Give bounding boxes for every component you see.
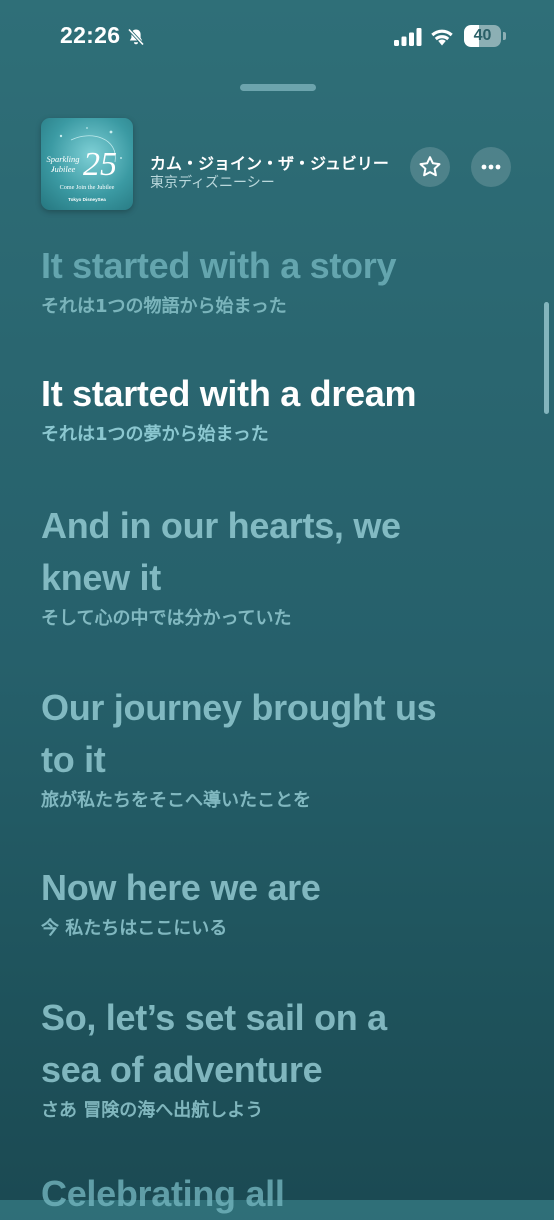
status-time: 22:26 <box>60 22 121 48</box>
artwork-sparkling-text: Sparkling <box>46 154 79 164</box>
lyric-line-current[interactable]: It started with a dream それは1つの夢から始まった <box>41 368 511 448</box>
lyric-japanese: それは1つの夢から始まった <box>41 424 269 445</box>
lyric-english: It started with a dream <box>41 373 417 414</box>
song-artist[interactable]: 東京ディズニーシー <box>150 172 406 192</box>
lyric-japanese: 今 私たちはここにいる <box>41 918 228 939</box>
bell-slash-icon <box>127 28 145 46</box>
lyric-english: And in our hearts, we <box>41 505 401 546</box>
battery-indicator: 40 <box>464 25 508 47</box>
lyric-english: So, let’s set sail on a <box>41 997 387 1038</box>
lyric-english-continued: knew it <box>41 557 161 598</box>
cellular-signal-icon <box>394 28 422 46</box>
scroll-indicator[interactable] <box>544 302 549 414</box>
lyric-line[interactable]: Our journey brought us to it 旅が私たちをそこへ導い… <box>41 682 511 814</box>
lyric-english-continued: to it <box>41 739 106 780</box>
song-title[interactable]: カム・ジョイン・ザ・ジュビリー <box>150 150 406 174</box>
lyric-english-continued: sea of adventure <box>41 1049 323 1090</box>
more-options-button[interactable] <box>471 147 511 187</box>
artwork-jubilee-text: Jubilee <box>51 164 76 174</box>
status-bar: 22:26 40 <box>0 0 554 70</box>
lyric-english: Now here we are <box>41 867 321 908</box>
artwork-number-text: 25 <box>83 146 117 183</box>
favorite-button[interactable] <box>410 147 450 187</box>
lyric-line[interactable]: It started with a story それは1つの物語から始まった <box>41 240 511 320</box>
wifi-icon <box>431 29 453 46</box>
ellipsis-icon <box>481 164 501 170</box>
lyric-line[interactable]: So, let’s set sail on a sea of adventure… <box>41 992 511 1124</box>
lyric-english: Our journey brought us <box>41 687 437 728</box>
lyric-japanese: さあ 冒険の海へ出航しよう <box>41 1100 264 1121</box>
lyric-line[interactable]: And in our hearts, we knew it そして心の中では分か… <box>41 500 511 632</box>
lyric-line[interactable]: Now here we are 今 私たちはここにいる <box>41 862 511 942</box>
star-icon <box>419 156 441 177</box>
lyric-english: It started with a story <box>41 245 397 286</box>
sheet-grabber[interactable] <box>240 84 316 91</box>
battery-level: 40 <box>473 27 492 44</box>
lyric-japanese: それは1つの物語から始まった <box>41 296 287 317</box>
album-artwork[interactable]: Sparkling Jubilee 25 Come Join the Jubil… <box>41 118 133 210</box>
artwork-tagline-text: Come Join the Jubilee <box>60 184 115 191</box>
lyric-japanese: 旅が私たちをそこへ導いたことを <box>41 790 311 811</box>
artwork-brand-text: Tokyo DisneySea <box>68 197 106 202</box>
lyric-line[interactable]: Celebrating all <box>41 1168 511 1220</box>
lyric-english: Celebrating all <box>41 1173 285 1214</box>
lyric-japanese: そして心の中では分かっていた <box>41 608 292 629</box>
